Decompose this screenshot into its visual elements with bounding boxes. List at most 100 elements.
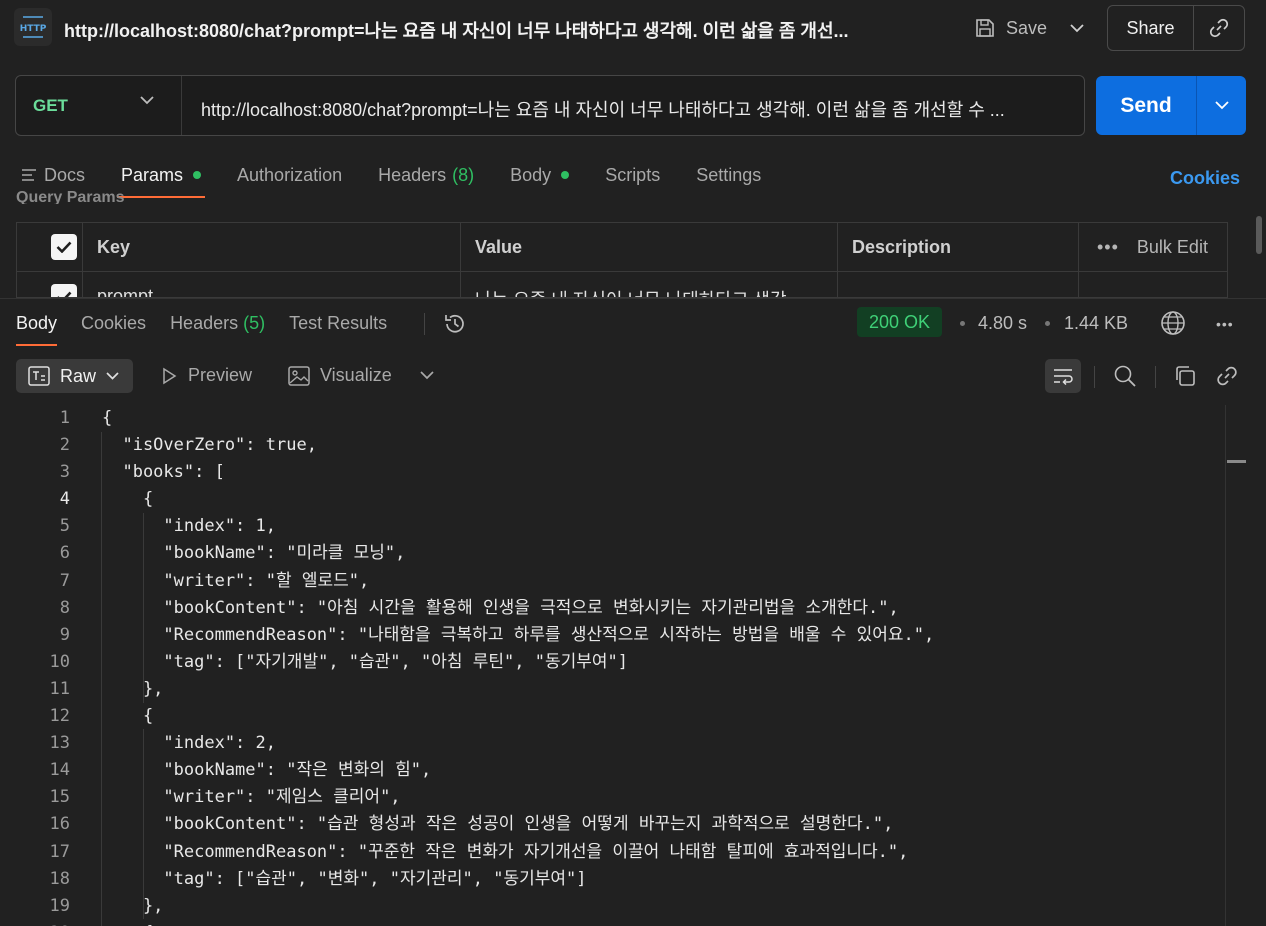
send-options-button[interactable] [1197, 76, 1246, 135]
line-number: 15 [49, 787, 70, 808]
tab-label: Authorization [237, 164, 343, 185]
method-select[interactable]: GET [16, 76, 182, 135]
copy-icon[interactable] [1173, 364, 1197, 388]
tab-response-body[interactable]: Body [16, 313, 58, 346]
code-line: 19 }, [0, 893, 1226, 920]
line-content: "index": 1, [102, 516, 276, 537]
line-content: { [102, 489, 154, 510]
param-description[interactable] [838, 272, 1079, 297]
response-size[interactable]: 1.44 KB [1064, 313, 1128, 334]
param-value[interactable]: 나는 요즘 내 자신이 너무 나태하다고 생각 [461, 272, 838, 297]
tab-count: (5) [243, 313, 266, 333]
docs-icon [22, 169, 36, 181]
send-button[interactable]: Send [1096, 76, 1197, 135]
tab-body[interactable]: Body [510, 160, 570, 190]
code-line: 4 { [0, 486, 1226, 513]
code-line: 20 { [0, 920, 1226, 926]
tab-docs[interactable]: Docs [20, 160, 85, 190]
column-header-key: Key [83, 223, 461, 271]
tab-label: Headers [378, 164, 447, 185]
code-scrollbar-track[interactable] [1225, 405, 1246, 926]
cookies-link[interactable]: Cookies [1170, 168, 1240, 189]
line-number: 5 [59, 516, 70, 537]
code-line: 3 "books": [ [0, 459, 1226, 486]
request-title[interactable]: http://localhost:8080/chat?prompt=나는 요즘 … [64, 17, 904, 43]
code-line: 2 "isOverZero": true, [0, 432, 1226, 459]
save-button[interactable]: Save [966, 10, 1055, 46]
text-format-icon [28, 366, 50, 386]
line-content: { [102, 408, 113, 428]
response-body-code[interactable]: 1 { 2 "isOverZero": true, 3 "books": [ 4 … [0, 405, 1226, 926]
param-extra-cell [1079, 272, 1227, 297]
line-number: 12 [49, 706, 70, 727]
line-number: 6 [59, 543, 70, 564]
format-toolbar: Raw Preview Visualize [0, 352, 1266, 402]
search-icon[interactable] [1113, 364, 1137, 388]
tab-label: Docs [44, 164, 86, 185]
separator-dot [960, 321, 965, 326]
select-all-checkbox[interactable] [51, 234, 77, 260]
params-scrollbar[interactable] [1256, 216, 1262, 254]
tab-authorization[interactable]: Authorization [237, 160, 342, 190]
line-number: 19 [49, 895, 70, 916]
format-label: Raw [60, 365, 97, 386]
status-badge[interactable]: 200 OK [857, 307, 943, 337]
code-line: 8 "bookContent": "아침 시간을 활용해 인생을 극적으로 변화… [0, 595, 1226, 622]
tab-response-cookies[interactable]: Cookies [81, 313, 146, 334]
link-icon [1209, 18, 1229, 38]
response-time[interactable]: 4.80 s [978, 313, 1027, 334]
params-header-row: Key Value Description ••• Bulk Edit [17, 223, 1227, 272]
url-bar: GET http://localhost:8080/chat?prompt=나는… [15, 75, 1085, 136]
check-icon [56, 241, 72, 253]
line-content: "books": [ [102, 462, 225, 483]
response-tabs: Body Cookies Headers (5) Test Results [16, 313, 411, 346]
select-all-cell [17, 223, 83, 271]
http-request-icon: HTTP [14, 8, 52, 46]
link-icon[interactable] [1215, 364, 1239, 388]
line-content: "isOverZero": true, [102, 435, 317, 456]
url-input[interactable]: http://localhost:8080/chat?prompt=나는 요즘 … [201, 96, 1073, 122]
wrap-icon [1054, 369, 1073, 385]
row-checkbox[interactable] [51, 284, 77, 297]
tab-settings[interactable]: Settings [696, 160, 761, 190]
params-heading: Query Params [16, 190, 125, 204]
divider [1155, 366, 1156, 388]
code-scrollbar-thumb[interactable] [1227, 460, 1246, 463]
tab-headers[interactable]: Headers (8) [378, 160, 474, 190]
tab-params[interactable]: Params [117, 160, 206, 198]
save-options-button[interactable] [1060, 10, 1094, 46]
code-line: 17 "RecommendReason": "꾸준한 작은 변화가 자기개선을 … [0, 839, 1226, 866]
copy-link-button[interactable] [1194, 6, 1244, 50]
top-header: HTTP http://localhost:8080/chat?prompt=나… [0, 0, 1266, 56]
format-raw-dropdown[interactable]: Raw [16, 359, 133, 393]
bulk-edit-button[interactable]: ••• Bulk Edit [1079, 223, 1227, 271]
share-button[interactable]: Share [1108, 6, 1194, 50]
tab-scripts[interactable]: Scripts [605, 160, 660, 190]
globe-icon[interactable] [1159, 309, 1187, 337]
image-icon [288, 365, 310, 386]
tab-label: Settings [696, 164, 762, 185]
code-line: 9 "RecommendReason": "나태함을 극복하고 하루를 생산적으… [0, 622, 1226, 649]
wrap-lines-button[interactable] [1045, 359, 1081, 393]
tab-label: Body [510, 164, 552, 185]
line-number: 9 [59, 624, 70, 645]
code-line: 13 "index": 2, [0, 730, 1226, 757]
more-options-icon[interactable]: ••• [1216, 317, 1234, 331]
param-key[interactable]: prompt [83, 272, 461, 297]
chevron-down-icon [140, 96, 154, 105]
tab-test-results[interactable]: Test Results [289, 313, 387, 334]
chevron-down-icon[interactable] [420, 371, 434, 380]
svg-text:HTTP: HTTP [20, 24, 46, 34]
history-icon[interactable] [442, 311, 468, 337]
line-number: 17 [49, 841, 70, 862]
tab-response-headers[interactable]: Headers (5) [170, 313, 265, 334]
visualize-button[interactable]: Visualize [288, 365, 392, 386]
chevron-down-icon [1214, 101, 1229, 110]
preview-button[interactable]: Preview [160, 365, 252, 386]
line-number: 1 [59, 408, 70, 428]
line-content: "bookName": "작은 변화의 힘", [102, 760, 432, 781]
line-content: "bookContent": "아침 시간을 활용해 인생을 극적으로 변화시키… [102, 597, 899, 618]
method-label: GET [33, 95, 68, 115]
bulk-edit-label: Bulk Edit [1136, 236, 1208, 257]
code-line: 16 "bookContent": "습관 형성과 작은 성공이 인생을 어떻게… [0, 811, 1226, 838]
